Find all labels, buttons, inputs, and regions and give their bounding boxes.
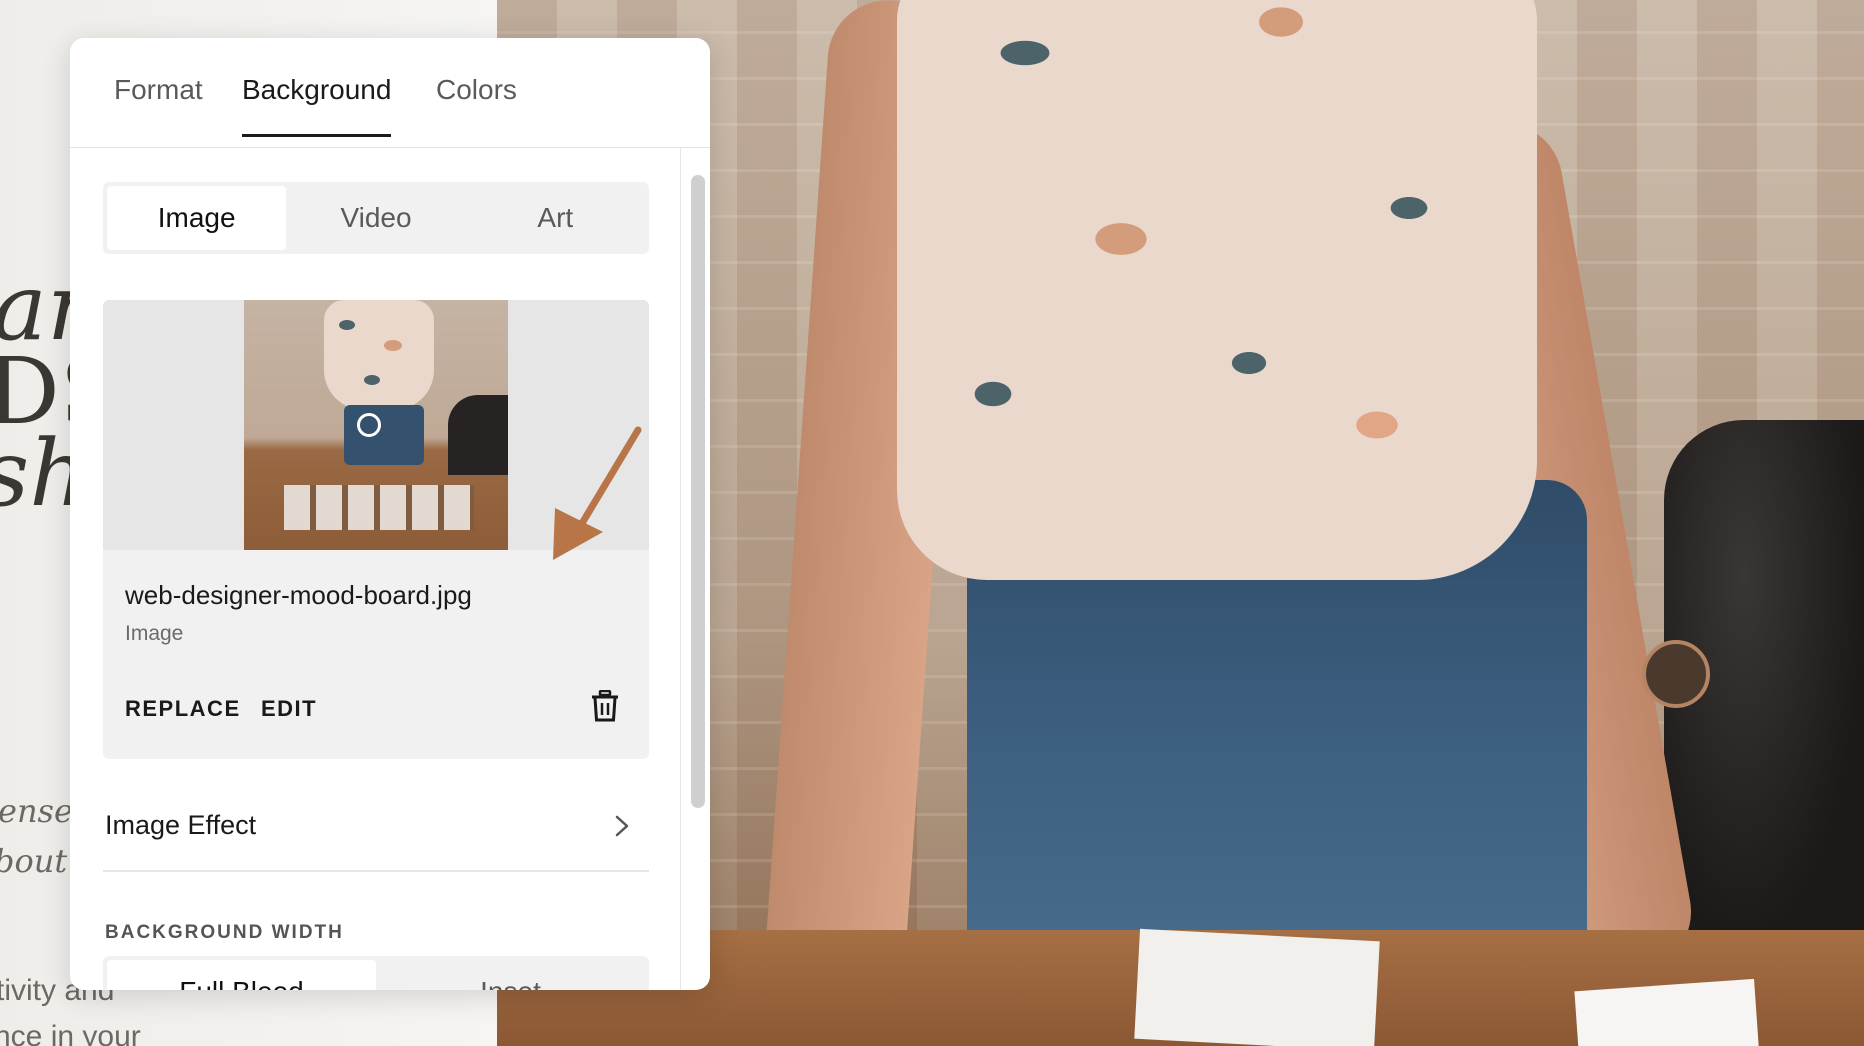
media-type-video[interactable]: Video bbox=[286, 186, 465, 250]
tab-background[interactable]: Background bbox=[242, 74, 392, 137]
trash-icon[interactable] bbox=[591, 690, 619, 722]
chevron-right-icon bbox=[615, 815, 629, 837]
thumbnail-prints bbox=[284, 485, 474, 530]
wristwatch bbox=[1642, 640, 1710, 708]
image-effect-row[interactable]: Image Effect bbox=[103, 784, 649, 872]
file-name: web-designer-mood-board.jpg bbox=[125, 580, 472, 610]
panel-body: Image Video Art web-designer-mood-board.… bbox=[70, 148, 710, 990]
thumbnail-chair bbox=[448, 395, 508, 475]
replace-button[interactable]: REPLACE bbox=[125, 696, 241, 722]
mood-board-print bbox=[1574, 978, 1760, 1046]
image-effect-label: Image Effect bbox=[105, 810, 257, 840]
width-full-bleed[interactable]: Full Bleed bbox=[107, 960, 376, 990]
width-inset[interactable]: Inset bbox=[376, 960, 645, 990]
image-thumbnail[interactable] bbox=[244, 300, 508, 550]
patterned-shirt bbox=[897, 0, 1537, 580]
mood-board-print bbox=[1134, 928, 1380, 1046]
panel-tab-bar: Format Background Colors bbox=[70, 38, 710, 148]
scrollbar-track bbox=[680, 148, 681, 990]
background-width-segmented-control: Full Bleed Inset bbox=[103, 956, 649, 990]
media-preview bbox=[103, 300, 649, 560]
arrow-annotation-icon bbox=[553, 426, 642, 560]
thumbnail-shirt bbox=[324, 300, 434, 410]
media-type-art[interactable]: Art bbox=[466, 186, 645, 250]
scrollbar-thumb[interactable] bbox=[691, 175, 705, 808]
background-settings-panel: Format Background Colors Image Video Art bbox=[70, 38, 710, 990]
focal-point-handle[interactable] bbox=[357, 413, 381, 437]
tab-colors[interactable]: Colors bbox=[436, 74, 517, 136]
media-type-image[interactable]: Image bbox=[107, 186, 287, 250]
media-card: web-designer-mood-board.jpg Image REPLAC… bbox=[103, 300, 649, 759]
thumbnail-pattern bbox=[339, 320, 355, 330]
thumbnail-pattern bbox=[364, 375, 380, 385]
file-type: Image bbox=[125, 622, 184, 645]
thumbnail-pattern bbox=[384, 340, 402, 351]
tab-format[interactable]: Format bbox=[114, 74, 203, 136]
background-width-title: BACKGROUND WIDTH bbox=[105, 922, 344, 943]
site-body-fragment-4: nce in your bbox=[0, 1020, 141, 1046]
site-body-fragment-1: ense bbox=[0, 792, 73, 830]
edit-button[interactable]: EDIT bbox=[261, 696, 317, 722]
thumbnail-jeans bbox=[344, 405, 424, 465]
media-type-segmented-control: Image Video Art bbox=[103, 182, 649, 254]
